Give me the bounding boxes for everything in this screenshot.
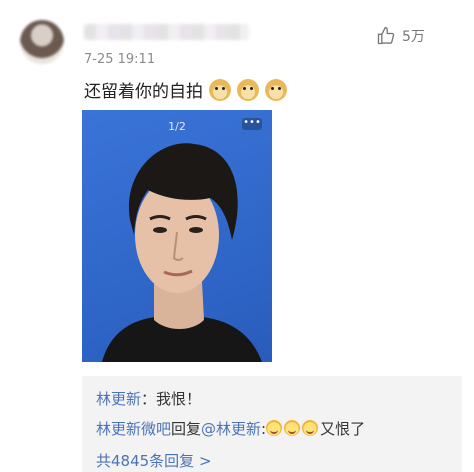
laughing-emoji-icon	[266, 420, 283, 436]
reply-text: ：我恨！	[141, 390, 202, 408]
replies-panel: 林更新：我恨！ 林更新微吧回复@林更新: 又恨了 共4845条回复 >	[82, 376, 462, 472]
thumbs-up-icon	[376, 26, 396, 46]
reply-author[interactable]: 林更新	[96, 390, 141, 408]
like-count: 5万	[402, 29, 425, 45]
username-blurred[interactable]	[84, 24, 249, 40]
laughing-emoji-icon	[302, 420, 319, 436]
comment-text: 还留着你的自拍	[84, 82, 203, 102]
doge-emoji-icon	[237, 78, 259, 101]
reply-mention[interactable]: @林更新	[201, 420, 261, 438]
reply-text: 又恨了	[320, 420, 366, 438]
view-all-replies-link[interactable]: 共4845条回复 >	[96, 450, 212, 471]
emoji-row	[209, 78, 287, 101]
laughing-emoji-icon	[284, 420, 301, 436]
doge-emoji-icon	[209, 78, 231, 101]
reply-item[interactable]: 林更新微吧回复@林更新: 又恨了	[96, 418, 365, 439]
reply-item[interactable]: 林更新：我恨！	[96, 388, 201, 409]
reply-word: 回复	[171, 420, 202, 438]
reply-author[interactable]: 林更新微吧	[96, 420, 171, 438]
doge-emoji-icon	[265, 78, 287, 101]
avatar[interactable]	[20, 20, 64, 64]
selfie-image[interactable]: 1/2 •••	[82, 110, 272, 362]
timestamp: 7-25 19:11	[84, 52, 156, 67]
like-button[interactable]: 5万	[376, 26, 425, 46]
comment-body: 还留着你的自拍	[84, 77, 287, 102]
portrait-illustration	[102, 143, 262, 362]
